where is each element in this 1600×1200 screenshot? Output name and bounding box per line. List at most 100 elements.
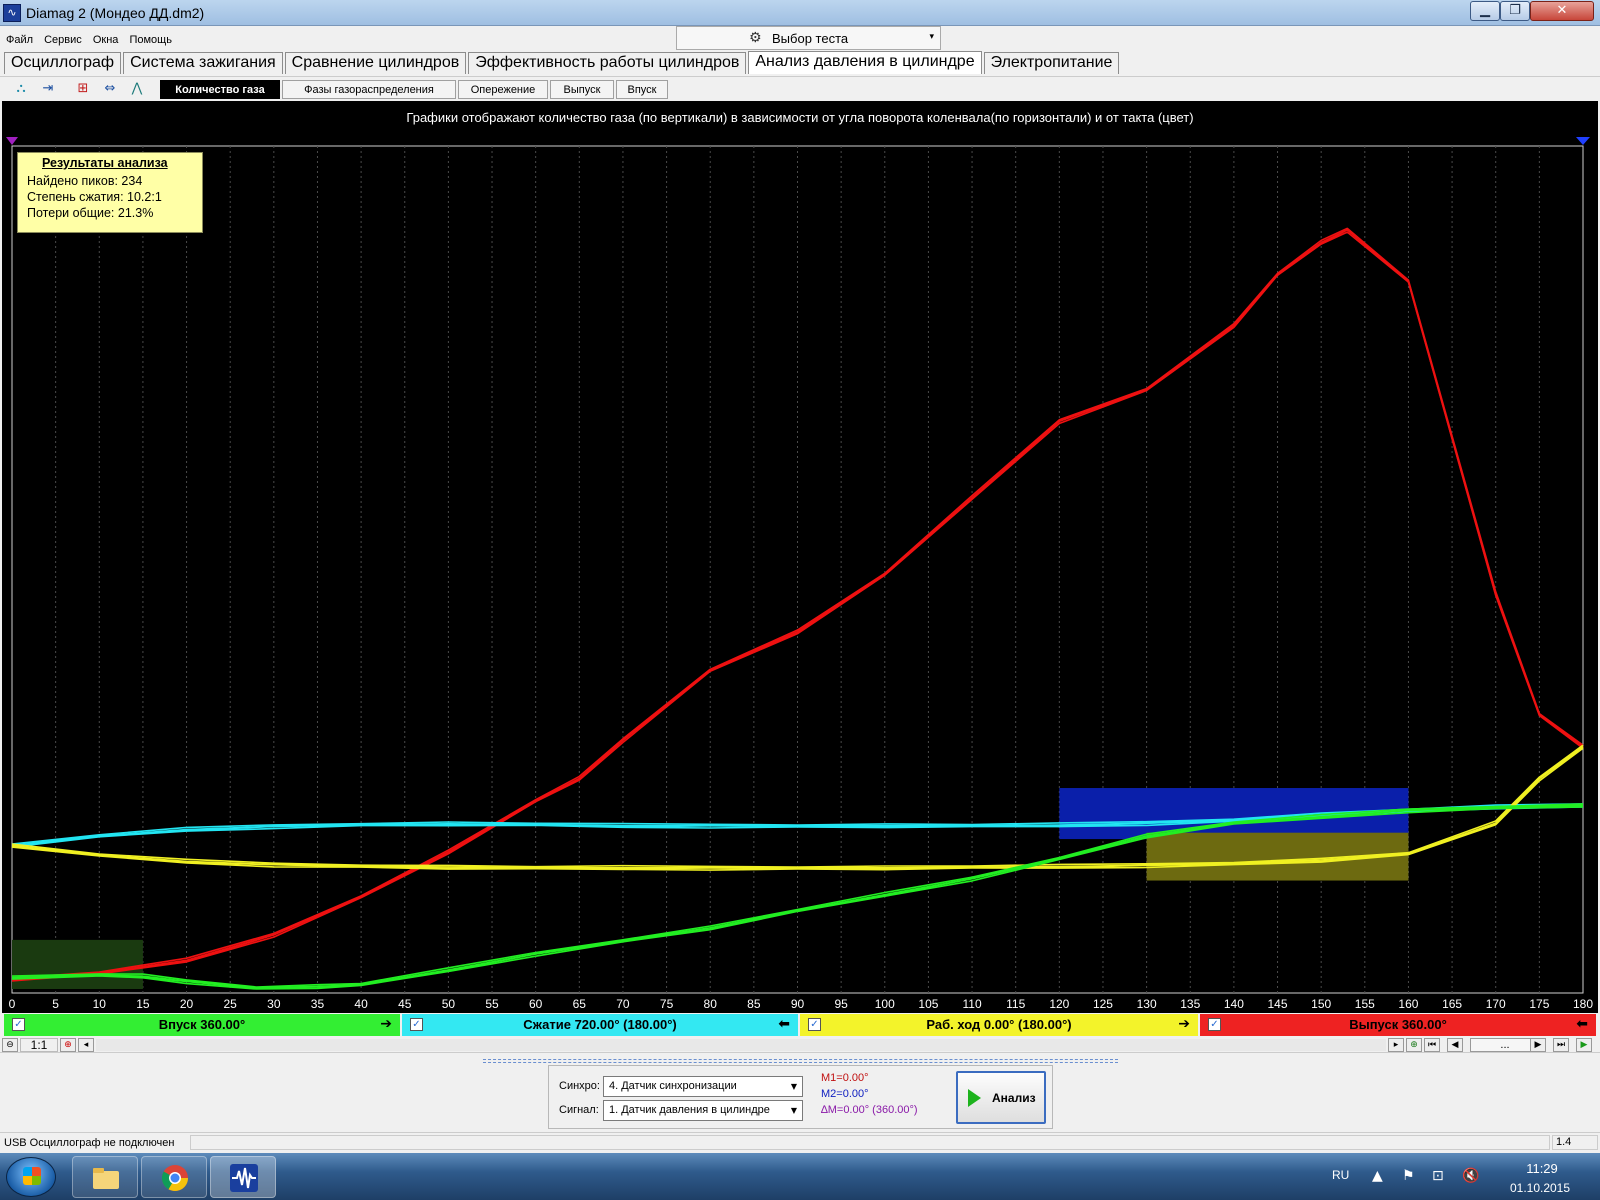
windows-logo-icon — [23, 1167, 41, 1185]
chevron-down-icon: ▼ — [790, 1082, 797, 1091]
x-tick-label: 70 — [616, 997, 630, 1011]
signal-select[interactable]: 1. Датчик давления в цилиндре ▼ — [603, 1100, 803, 1121]
x-tick-label: 135 — [1180, 997, 1200, 1011]
left-marker-icon[interactable] — [6, 137, 18, 145]
last-page-button[interactable]: ⏭ — [1553, 1038, 1569, 1052]
x-tick-label: 65 — [573, 997, 587, 1011]
volume-muted-icon[interactable]: 🔇 — [1462, 1168, 1479, 1184]
subtab-gas-amount[interactable]: Количество газа — [160, 80, 280, 99]
control-panel: Синхро: 4. Датчик синхронизации ▼ Сигнал… — [548, 1065, 1053, 1129]
marker-m1: M1=0.00° — [821, 1072, 869, 1084]
x-tick-label: 45 — [398, 997, 412, 1011]
panel-splitter[interactable] — [483, 1059, 1118, 1063]
phase-power-label: Раб. ход 0.00° (180.00°) — [926, 1017, 1072, 1032]
phase-compression[interactable]: ✓ Сжатие 720.00° (180.00°) ⬅ — [402, 1014, 798, 1036]
right-marker-icon[interactable] — [1576, 137, 1590, 145]
signal-label: Сигнал: — [559, 1104, 599, 1116]
close-button[interactable]: ✕ — [1530, 1, 1594, 21]
scale-icon[interactable]: ⇥ — [38, 79, 58, 99]
horizontal-scrollbar[interactable] — [96, 1039, 1386, 1051]
language-indicator[interactable]: RU — [1332, 1168, 1349, 1182]
tab-cylinder-efficiency[interactable]: Эффективность работы цилиндров — [468, 52, 747, 74]
x-tick-label: 80 — [704, 997, 718, 1011]
x-tick-label: 155 — [1355, 997, 1375, 1011]
menu-bar: Файл Сервис Окна Помощь — [0, 34, 174, 50]
taskbar-explorer[interactable] — [72, 1156, 138, 1198]
play-button[interactable]: ▶ — [1576, 1038, 1592, 1052]
x-tick-label: 145 — [1268, 997, 1288, 1011]
scroll-left-button[interactable]: ◂ — [78, 1038, 94, 1052]
x-tick-label: 125 — [1093, 997, 1113, 1011]
phase-compression-label: Сжатие 720.00° (180.00°) — [523, 1017, 677, 1032]
gas-amount-chart[interactable]: 0 5 10 15 20 25 30 35 40 45 50 55 60 65 70 75 80 85 90 95 10… — [0, 101, 1600, 1013]
marker-delta: ∆M=0.00° (360.00°) — [821, 1104, 918, 1116]
flag-icon[interactable]: ⚑ — [1402, 1168, 1415, 1184]
menu-file[interactable]: Файл — [6, 34, 33, 46]
x-tick-label: 170 — [1486, 997, 1506, 1011]
next-page-button[interactable]: ▶ — [1530, 1038, 1546, 1052]
x-tick-label: 55 — [485, 997, 499, 1011]
results-peaks: Найдено пиков: 234 — [27, 174, 143, 188]
signal-select-value: 1. Датчик давления в цилиндре — [609, 1104, 770, 1116]
tab-cylinder-compare[interactable]: Сравнение цилиндров — [284, 52, 467, 74]
x-tick-label: 160 — [1398, 997, 1418, 1011]
menu-windows[interactable]: Окна — [93, 34, 119, 46]
taskbar-chrome[interactable] — [141, 1156, 207, 1198]
waveform-icon[interactable]: ⋀ — [127, 79, 147, 99]
chevron-down-icon: ▾ — [929, 32, 934, 42]
network-status-icon[interactable]: ⊡ — [1432, 1168, 1444, 1184]
tray-expand-icon[interactable]: ▲ — [1372, 1168, 1383, 1184]
auto-scale-icon[interactable]: ⇔ — [100, 79, 120, 99]
x-tick-label: 10 — [93, 997, 107, 1011]
phase-power[interactable]: ✓ Раб. ход 0.00° (180.00°) ➔ — [800, 1014, 1198, 1036]
arrow-left-icon[interactable]: ⬅ — [778, 1016, 790, 1032]
x-tick-label: 165 — [1442, 997, 1462, 1011]
sub-tabs: Количество газа Фазы газораспределения О… — [160, 80, 670, 100]
results-title: Результаты анализа — [42, 156, 168, 170]
analyze-button[interactable]: Анализ — [956, 1071, 1046, 1124]
tab-power-supply[interactable]: Электропитание — [983, 52, 1120, 74]
first-page-button[interactable]: ⏮ — [1424, 1038, 1440, 1052]
main-tabs: Осциллограф Система зажигания Сравнение … — [4, 51, 1121, 74]
prev-page-button[interactable]: ◀ — [1447, 1038, 1463, 1052]
menu-help[interactable]: Помощь — [129, 34, 172, 46]
arrow-right-icon[interactable]: ➔ — [380, 1016, 392, 1032]
tab-oscilloscope[interactable]: Осциллограф — [4, 52, 122, 74]
minimize-button[interactable]: ▁ — [1470, 1, 1500, 21]
subtab-advance[interactable]: Опережение — [458, 80, 548, 99]
sync-select[interactable]: 4. Датчик синхронизации ▼ — [603, 1076, 803, 1097]
start-button[interactable] — [6, 1157, 56, 1197]
markers-icon[interactable]: ⊞ — [73, 79, 93, 99]
subtab-exhaust[interactable]: Выпуск — [550, 80, 614, 99]
x-tick-label: 100 — [875, 997, 895, 1011]
x-tick-label: 15 — [136, 997, 150, 1011]
arrow-right-icon[interactable]: ➔ — [1178, 1016, 1190, 1032]
play-icon — [968, 1089, 981, 1107]
phase-exhaust[interactable]: ✓ Выпуск 360.00° ⬅ — [1200, 1014, 1596, 1036]
subtab-valve-timing[interactable]: Фазы газораспределения — [282, 80, 456, 99]
zoom-out-button[interactable]: ⊖ — [2, 1038, 18, 1052]
menu-service[interactable]: Сервис — [44, 34, 82, 46]
scroll-row: ⊖ 1:1 ⊕ ◂ ▸ ⊕ ⏮ ◀ ... ▶ ⏭ ▶ — [0, 1037, 1600, 1053]
taskbar-diamag[interactable] — [210, 1156, 276, 1198]
clock-time[interactable]: 11:29 — [1512, 1161, 1572, 1176]
x-tick-label: 50 — [442, 997, 456, 1011]
clock-date[interactable]: 01.10.2015 — [1500, 1181, 1580, 1195]
arrow-left-icon[interactable]: ⬅ — [1576, 1016, 1588, 1032]
scroll-right-button[interactable]: ▸ — [1388, 1038, 1404, 1052]
tab-ignition[interactable]: Система зажигания — [123, 52, 283, 74]
phase-intake[interactable]: ✓ Впуск 360.00° ➔ — [4, 1014, 400, 1036]
results-losses: Потери общие: 21.3% — [27, 206, 154, 220]
maximize-button[interactable]: ❐ — [1500, 1, 1530, 21]
test-select-dropdown[interactable]: ⚙ Выбор теста ▾ — [676, 26, 941, 50]
phase-marker-rect — [12, 939, 143, 989]
zoom-in-button[interactable]: ⊕ — [60, 1038, 76, 1052]
x-tick-label: 130 — [1137, 997, 1157, 1011]
zoom-in-alt-button[interactable]: ⊕ — [1406, 1038, 1422, 1052]
network-icon[interactable]: ⛬ — [11, 79, 31, 99]
x-tick-label: 90 — [791, 997, 805, 1011]
diamag-icon — [230, 1164, 258, 1192]
x-tick-label: 60 — [529, 997, 543, 1011]
tab-pressure-analysis[interactable]: Анализ давления в цилиндре — [748, 51, 982, 74]
subtab-intake[interactable]: Впуск — [616, 80, 668, 99]
